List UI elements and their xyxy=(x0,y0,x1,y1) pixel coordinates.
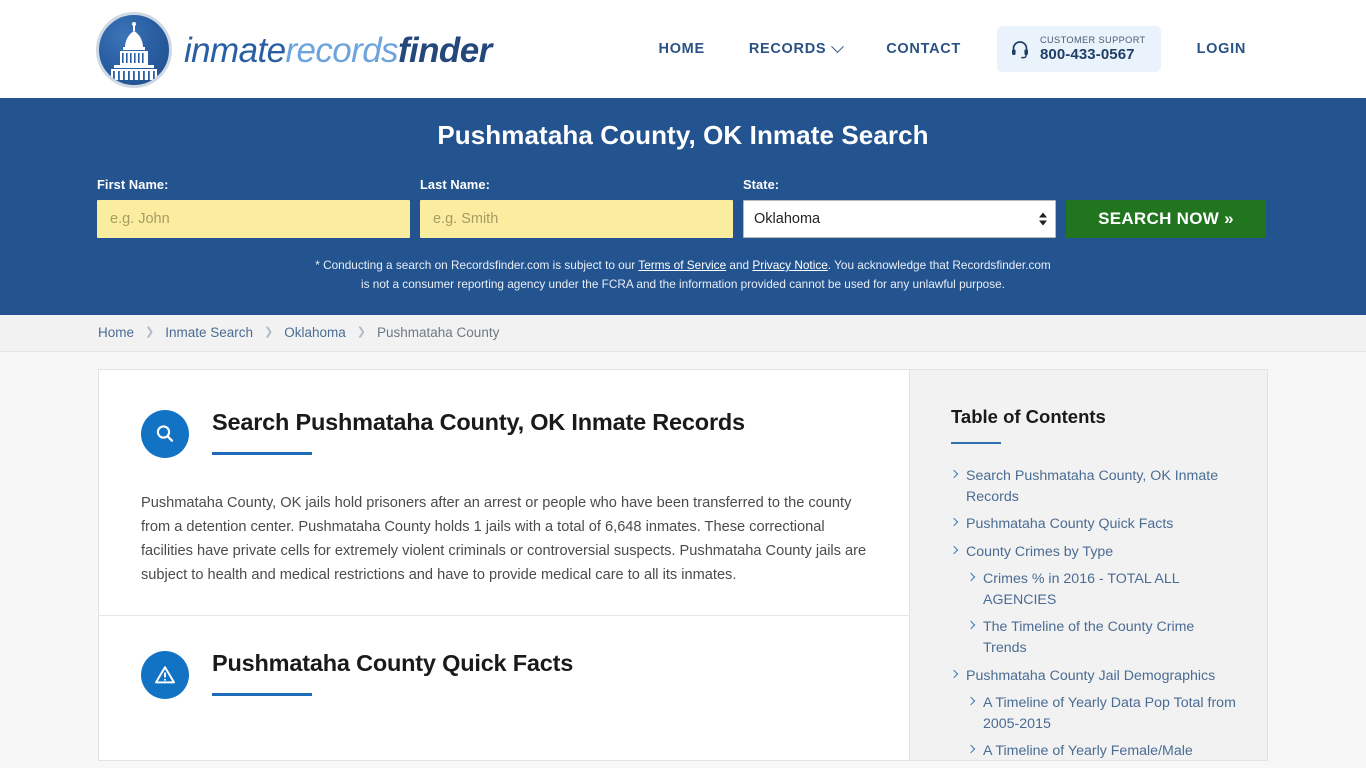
sidebar-table-of-contents: Table of Contents Search Pushmataha Coun… xyxy=(909,369,1267,760)
breadcrumb: Home ❯ Inmate Search ❯ Oklahoma ❯ Pushma… xyxy=(0,314,1366,352)
logo-part-finder: finder xyxy=(397,30,492,70)
breadcrumb-item-current: Pushmataha County xyxy=(377,325,500,341)
chevron-right-icon xyxy=(949,545,959,554)
chevron-right-icon xyxy=(966,745,976,754)
toc-item[interactable]: Pushmataha County Quick Facts xyxy=(949,514,1237,535)
toc-link[interactable]: Search Pushmataha County, OK Inmate Reco… xyxy=(966,466,1237,507)
section-title: Search Pushmataha County, OK Inmate Reco… xyxy=(212,408,745,435)
toc-link[interactable]: A Timeline of Yearly Data Pop Total from… xyxy=(983,693,1237,734)
headset-icon xyxy=(1010,39,1030,59)
last-name-input[interactable] xyxy=(420,200,733,238)
search-circle-icon xyxy=(141,409,189,458)
toc-item[interactable]: Search Pushmataha County, OK Inmate Reco… xyxy=(949,466,1237,507)
toc-link[interactable]: Crimes % in 2016 - TOTAL ALL AGENCIES xyxy=(983,569,1237,610)
nav-home-label: HOME xyxy=(658,41,705,57)
logo-part-records: records xyxy=(285,30,398,70)
warning-circle-icon xyxy=(141,650,189,699)
section-underline xyxy=(212,451,312,455)
nav-login[interactable]: LOGIN xyxy=(1175,41,1268,57)
breadcrumb-separator: ❯ xyxy=(264,326,274,339)
main-content-column: Search Pushmataha County, OK Inmate Reco… xyxy=(99,369,909,760)
state-field-group: State: Oklahoma xyxy=(743,177,1056,238)
search-now-button[interactable]: SEARCH NOW » xyxy=(1066,200,1266,238)
customer-support-box[interactable]: CUSTOMER SUPPORT 800-433-0567 xyxy=(996,26,1161,72)
toc-item[interactable]: County Crimes by Type xyxy=(949,542,1237,563)
logo-part-inmate: inmate xyxy=(184,30,286,70)
disclaimer-text-b: and xyxy=(726,258,753,272)
breadcrumb-item-oklahoma[interactable]: Oklahoma xyxy=(284,325,346,340)
logo-wordmark: inmaterecordsfinder xyxy=(184,33,492,68)
chevron-right-icon xyxy=(949,517,959,527)
disclaimer-text-line2: is not a consumer reporting agency under… xyxy=(361,277,1005,292)
nav-home[interactable]: HOME xyxy=(637,41,727,57)
breadcrumb-item-home[interactable]: Home xyxy=(98,325,134,340)
last-name-label: Last Name: xyxy=(420,177,490,192)
toc-item[interactable]: Pushmataha County Jail Demographics xyxy=(949,666,1237,687)
toc-item[interactable]: Crimes % in 2016 - TOTAL ALL AGENCIES xyxy=(951,569,1237,610)
search-disclaimer: * Conducting a search on Recordsfinder.c… xyxy=(203,256,1163,295)
breadcrumb-separator: ❯ xyxy=(145,326,155,339)
chevron-down-icon xyxy=(831,39,845,53)
toc-link[interactable]: County Crimes by Type xyxy=(966,542,1113,563)
nav-records[interactable]: RECORDS xyxy=(727,39,864,57)
toc-item[interactable]: A Timeline of Yearly Female/Male xyxy=(951,741,1237,759)
toc-underline xyxy=(951,441,1001,444)
section-body-text: Pushmataha County, OK jails hold prisone… xyxy=(141,494,867,583)
state-label: State: xyxy=(743,177,780,192)
site-logo[interactable]: inmaterecordsfinder xyxy=(96,12,492,88)
nav-contact[interactable]: CONTACT xyxy=(864,41,983,57)
section-title: Pushmataha County Quick Facts xyxy=(212,649,574,676)
chevron-right-icon xyxy=(966,573,976,582)
chevron-right-icon xyxy=(949,669,959,678)
last-name-field-group: Last Name: xyxy=(420,177,733,238)
chevron-right-icon xyxy=(966,621,976,630)
section-quick-facts: Pushmataha County Quick Facts xyxy=(99,614,909,699)
section-underline xyxy=(212,692,312,696)
toc-link[interactable]: Pushmataha County Jail Demographics xyxy=(966,666,1215,687)
page-title: Pushmataha County, OK Inmate Search xyxy=(437,120,929,150)
section-search-records: Search Pushmataha County, OK Inmate Reco… xyxy=(99,370,909,588)
inmate-search-form: First Name: Last Name: State: Oklahoma S… xyxy=(97,177,1269,238)
toc-link[interactable]: A Timeline of Yearly Female/Male xyxy=(983,741,1193,759)
chevron-right-icon xyxy=(949,469,959,479)
nav-contact-label: CONTACT xyxy=(886,41,961,57)
toc-link[interactable]: Pushmataha County Quick Facts xyxy=(966,514,1173,535)
toc-title: Table of Contents xyxy=(951,405,1106,427)
first-name-input[interactable] xyxy=(97,200,410,238)
disclaimer-text-a: * Conducting a search on Recordsfinder.c… xyxy=(315,258,639,272)
toc-item[interactable]: A Timeline of Yearly Data Pop Total from… xyxy=(951,693,1237,734)
toc-item[interactable]: The Timeline of the County Crime Trends xyxy=(951,617,1237,658)
capitol-dome-icon xyxy=(96,12,172,88)
privacy-notice-link[interactable]: Privacy Notice xyxy=(752,258,827,272)
main-navigation: HOME RECORDS CONTACT CUSTOMER SUPPORT 80… xyxy=(637,0,1268,98)
site-header: inmaterecordsfinder HOME RECORDS CONTACT xyxy=(0,0,1366,98)
content-card: Search Pushmataha County, OK Inmate Reco… xyxy=(98,368,1268,761)
breadcrumb-separator: ❯ xyxy=(356,326,366,339)
toc-link[interactable]: The Timeline of the County Crime Trends xyxy=(983,617,1237,658)
breadcrumb-item-inmate-search[interactable]: Inmate Search xyxy=(165,325,253,340)
chevron-right-icon xyxy=(966,697,976,706)
nav-records-label: RECORDS xyxy=(748,41,827,57)
support-phone[interactable]: 800-433-0567 xyxy=(1040,46,1146,63)
first-name-field-group: First Name: xyxy=(97,177,410,238)
hero-search-band: Pushmataha County, OK Inmate Search Firs… xyxy=(0,98,1366,315)
toc-list: Search Pushmataha County, OK Inmate Reco… xyxy=(949,466,1237,760)
first-name-label: First Name: xyxy=(97,177,169,192)
state-select[interactable]: Oklahoma xyxy=(743,200,1056,238)
terms-of-service-link[interactable]: Terms of Service xyxy=(638,258,726,272)
nav-login-label: LOGIN xyxy=(1196,41,1246,57)
disclaimer-text-c: . You acknowledge that Recordsfinder.com xyxy=(827,258,1051,272)
support-label: CUSTOMER SUPPORT xyxy=(1039,35,1146,46)
